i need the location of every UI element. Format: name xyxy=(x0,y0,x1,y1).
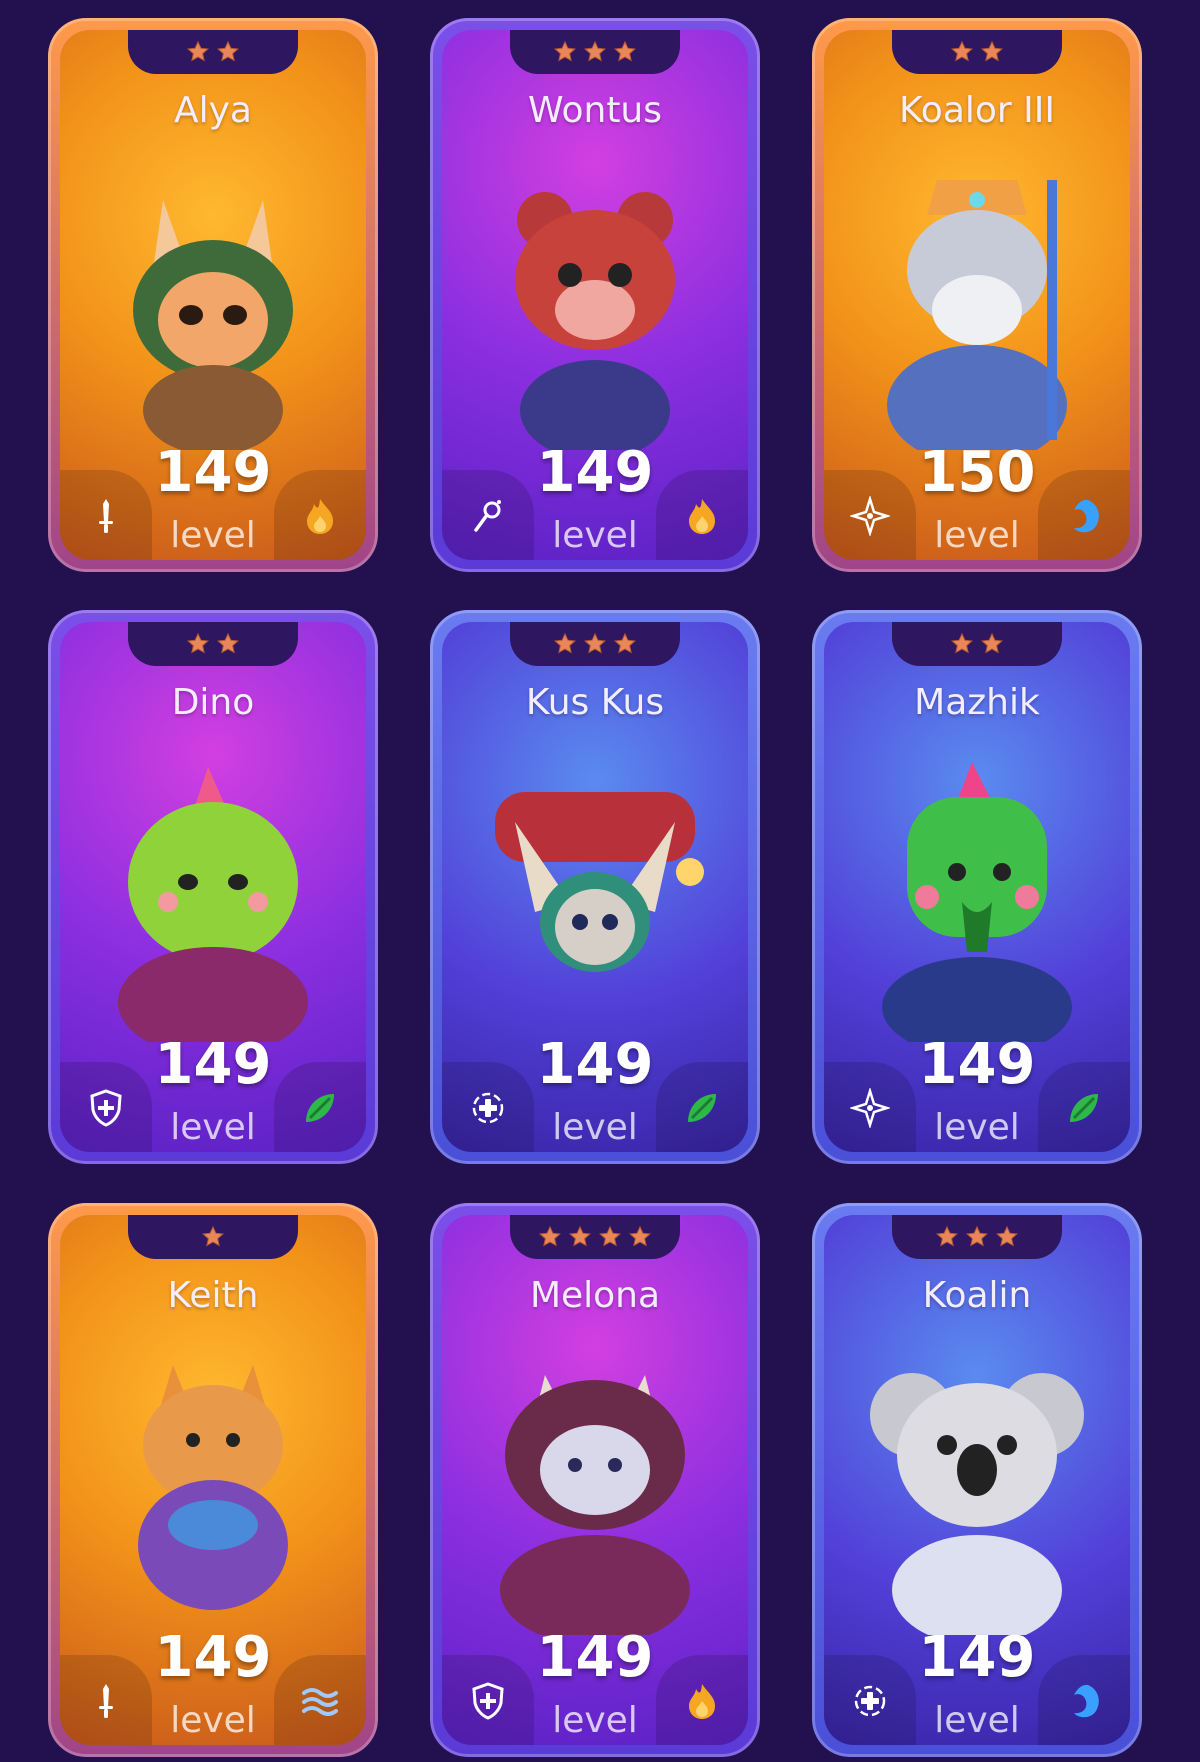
star-icon xyxy=(614,632,636,654)
star-rating xyxy=(892,1215,1062,1259)
hero-portrait xyxy=(93,752,333,1057)
hero-portrait xyxy=(475,160,715,460)
star-rating xyxy=(892,622,1062,666)
hero-portrait xyxy=(475,1345,715,1645)
hero-card-grid: Alya 149 level Wontus 149 level Koalor I… xyxy=(0,0,1200,1762)
hero-card[interactable]: Wontus 149 level xyxy=(430,18,760,572)
hero-portrait xyxy=(857,752,1097,1057)
level-label: level xyxy=(552,1700,638,1741)
level-label: level xyxy=(934,1107,1020,1148)
star-rating xyxy=(510,30,680,74)
hero-level: 149 xyxy=(154,440,272,505)
hero-portrait xyxy=(857,160,1097,465)
hero-card[interactable]: Melona 149 level xyxy=(430,1203,760,1757)
hero-level: 149 xyxy=(918,1625,1036,1690)
hero-card-body: Alya 149 level xyxy=(60,30,366,560)
star-icon xyxy=(202,1225,224,1247)
hero-name: Dino xyxy=(171,682,255,723)
hero-name: Wontus xyxy=(527,90,662,131)
hero-card[interactable]: Mazhik 149 level xyxy=(812,610,1142,1164)
hero-portrait xyxy=(93,160,333,455)
hero-card-body: Dino 149 level xyxy=(60,622,366,1152)
hero-card-body: Mazhik 149 level xyxy=(824,622,1130,1152)
hero-card-body: Wontus 149 level xyxy=(442,30,748,560)
hero-portrait xyxy=(93,1345,333,1635)
star-icon xyxy=(569,1225,591,1247)
hero-card[interactable]: Keith 149 level xyxy=(48,1203,378,1757)
hero-level: 149 xyxy=(536,1032,654,1097)
star-icon xyxy=(981,632,1003,654)
star-rating xyxy=(892,30,1062,74)
star-icon xyxy=(966,1225,988,1247)
star-rating xyxy=(510,622,680,666)
hero-card[interactable]: Alya 149 level xyxy=(48,18,378,572)
star-icon xyxy=(539,1225,561,1247)
hero-level: 149 xyxy=(154,1625,272,1690)
star-icon xyxy=(614,40,636,62)
hero-card[interactable]: Koalor III 150 level xyxy=(812,18,1142,572)
hero-card[interactable]: Dino 149 level xyxy=(48,610,378,1164)
star-icon xyxy=(584,632,606,654)
hero-name: Koalin xyxy=(922,1275,1032,1316)
star-rating xyxy=(128,30,298,74)
level-label: level xyxy=(552,515,638,556)
hero-level: 149 xyxy=(536,1625,654,1690)
hero-name: Alya xyxy=(174,90,252,131)
hero-card-body: Keith 149 level xyxy=(60,1215,366,1745)
star-rating xyxy=(128,1215,298,1259)
level-label: level xyxy=(170,1700,256,1741)
star-icon xyxy=(996,1225,1018,1247)
level-label: level xyxy=(170,515,256,556)
hero-portrait xyxy=(857,1345,1097,1645)
level-label: level xyxy=(552,1107,638,1148)
hero-card-body: Kus Kus 149 level xyxy=(442,622,748,1152)
level-label: level xyxy=(934,1700,1020,1741)
hero-name: Kus Kus xyxy=(525,682,665,723)
level-label: level xyxy=(170,1107,256,1148)
hero-level: 149 xyxy=(154,1032,272,1097)
star-icon xyxy=(629,1225,651,1247)
hero-card[interactable]: Koalin 149 level xyxy=(812,1203,1142,1757)
star-icon xyxy=(217,632,239,654)
star-icon xyxy=(951,40,973,62)
hero-level: 149 xyxy=(918,1032,1036,1097)
star-icon xyxy=(187,40,209,62)
hero-card[interactable]: Kus Kus 149 level xyxy=(430,610,760,1164)
hero-portrait xyxy=(475,752,715,1042)
star-rating xyxy=(510,1215,680,1259)
star-icon xyxy=(951,632,973,654)
hero-name: Keith xyxy=(167,1275,259,1316)
hero-card-body: Melona 149 level xyxy=(442,1215,748,1745)
star-icon xyxy=(981,40,1003,62)
hero-name: Mazhik xyxy=(914,682,1040,723)
star-icon xyxy=(554,40,576,62)
hero-card-body: Koalor III 150 level xyxy=(824,30,1130,560)
hero-level: 150 xyxy=(918,440,1036,505)
star-icon xyxy=(554,632,576,654)
hero-card-body: Koalin 149 level xyxy=(824,1215,1130,1745)
star-icon xyxy=(187,632,209,654)
level-label: level xyxy=(934,515,1020,556)
star-icon xyxy=(936,1225,958,1247)
hero-name: Melona xyxy=(529,1275,661,1316)
star-icon xyxy=(584,40,606,62)
star-icon xyxy=(599,1225,621,1247)
star-icon xyxy=(217,40,239,62)
star-rating xyxy=(128,622,298,666)
hero-level: 149 xyxy=(536,440,654,505)
hero-name: Koalor III xyxy=(898,90,1056,131)
